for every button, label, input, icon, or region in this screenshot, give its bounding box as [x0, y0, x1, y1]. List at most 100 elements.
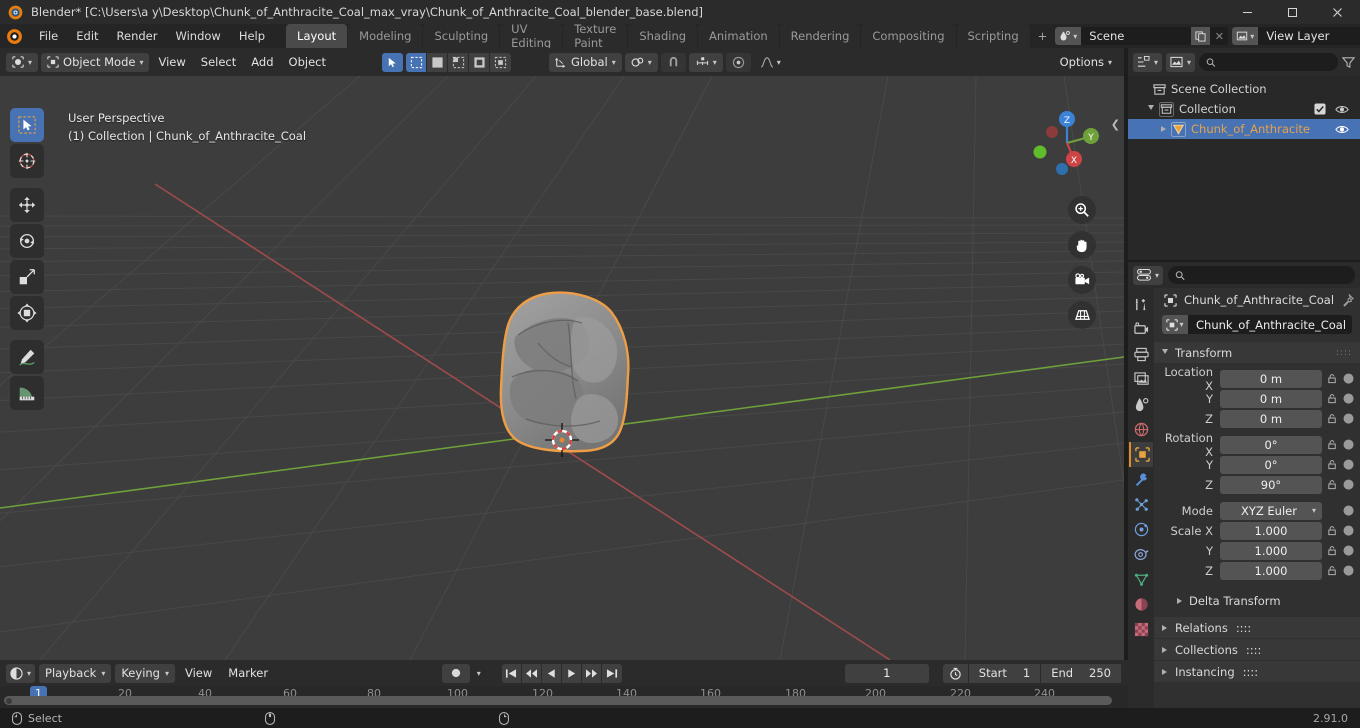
tool-transform[interactable]: [10, 296, 44, 330]
add-workspace-button[interactable]: +: [1031, 24, 1055, 48]
transform-orientation-selector[interactable]: Global ▾: [549, 52, 622, 72]
animate-dot-icon[interactable]: ●: [1343, 543, 1354, 558]
properties-tab-object[interactable]: [1129, 442, 1153, 467]
select-intersect-icon[interactable]: [490, 52, 511, 72]
workspace-tab-texture-paint[interactable]: Texture Paint: [563, 22, 628, 50]
properties-editor-type-icon[interactable]: ▾: [1133, 265, 1164, 285]
timeline-editor-type-icon[interactable]: ▾: [6, 663, 36, 683]
play-reverse-button[interactable]: [541, 663, 562, 683]
properties-tab-render[interactable]: [1129, 317, 1153, 342]
rotation-z-row[interactable]: Z 90° ●: [1154, 475, 1360, 495]
viewport-menu-view[interactable]: View: [152, 53, 191, 72]
playback-menu[interactable]: Playback ▾: [39, 663, 112, 683]
select-set-icon[interactable]: [406, 52, 427, 72]
properties-tab-material[interactable]: [1129, 592, 1153, 617]
collection-visibility-eye-icon[interactable]: [1335, 104, 1349, 115]
rotation-y-value[interactable]: 0°: [1220, 455, 1322, 474]
zoom-button[interactable]: [1068, 196, 1096, 224]
scale-y-value[interactable]: 1.000: [1220, 541, 1322, 560]
animate-dot-icon[interactable]: ●: [1343, 391, 1354, 406]
lock-icon[interactable]: [1326, 479, 1339, 490]
scale-y-row[interactable]: Y 1.000 ●: [1154, 541, 1360, 561]
use-preview-range-icon[interactable]: [942, 663, 969, 683]
panel-drag-dots-icon[interactable]: ::::: [1246, 643, 1262, 657]
properties-tab-texture[interactable]: [1129, 617, 1153, 642]
properties-panel[interactable]: Chunk_of_Anthracite_Coal ▾ Chunk_of_Anth…: [1154, 288, 1360, 710]
animate-dot-icon[interactable]: ●: [1343, 371, 1354, 386]
outliner-display-mode-icon[interactable]: ▾: [1166, 52, 1196, 72]
select-invert-icon[interactable]: [469, 52, 490, 72]
minimize-button[interactable]: [1225, 0, 1270, 24]
workspace-tab-uv-editing[interactable]: UV Editing: [500, 22, 563, 50]
auto-keying-options-chevron-icon[interactable]: ▾: [474, 664, 484, 683]
editor-type-selector[interactable]: ▾: [6, 52, 39, 72]
properties-tab-physics[interactable]: [1129, 517, 1153, 542]
snap-magnet-icon[interactable]: [660, 52, 686, 72]
properties-tab-scene[interactable]: [1129, 392, 1153, 417]
workspace-tab-sculpting[interactable]: Sculpting: [423, 24, 500, 48]
camera-view-button[interactable]: [1068, 266, 1096, 294]
select-tool-mode-icon[interactable]: [382, 52, 403, 72]
location-y-value[interactable]: 0 m: [1220, 389, 1322, 408]
rotation-x-row[interactable]: Rotation X 0° ●: [1154, 431, 1360, 459]
object-name-field[interactable]: ▾ Chunk_of_Anthracite_Coal: [1162, 315, 1352, 334]
lock-icon[interactable]: [1326, 393, 1339, 404]
workspace-tab-shading[interactable]: Shading: [628, 24, 698, 48]
properties-filter-field[interactable]: [1190, 268, 1348, 282]
timeline-marker-menu[interactable]: Marker: [222, 664, 274, 683]
animate-dot-icon[interactable]: ●: [1343, 437, 1354, 452]
scale-x-row[interactable]: Scale X 1.000 ●: [1154, 521, 1360, 541]
scale-z-value[interactable]: 1.000: [1220, 561, 1322, 580]
timeline-ruler[interactable]: 20 40 60 80 100 120 140 160 180 200 220 240 1: [0, 686, 1128, 708]
rotation-mode-dropdown[interactable]: XYZ Euler ▾: [1220, 501, 1322, 520]
timeline-view-menu[interactable]: View: [179, 664, 218, 683]
outliner[interactable]: Scene Collection Collection Chunk_of_Ant…: [1128, 76, 1360, 260]
workspace-tab-scripting[interactable]: Scripting: [956, 24, 1030, 48]
pan-hand-button[interactable]: [1068, 231, 1096, 259]
properties-tab-particles[interactable]: [1129, 492, 1153, 517]
location-z-row[interactable]: Z 0 m ●: [1154, 409, 1360, 429]
delta-transform-panel-header[interactable]: Delta Transform: [1154, 590, 1360, 611]
outliner-row-chunk-of-anthracite[interactable]: Chunk_of_Anthracite: [1128, 119, 1360, 139]
animate-dot-icon[interactable]: ●: [1343, 477, 1354, 492]
jump-to-start-button[interactable]: [501, 663, 522, 683]
proportional-falloff-selector[interactable]: ▾: [754, 53, 787, 72]
navigation-gizmo[interactable]: Z Y X: [1029, 105, 1105, 181]
animate-dot-icon[interactable]: ●: [1343, 523, 1354, 538]
lock-icon[interactable]: [1326, 545, 1339, 556]
lock-icon[interactable]: [1326, 439, 1339, 450]
animate-dot-icon[interactable]: ●: [1343, 411, 1354, 426]
close-button[interactable]: [1315, 0, 1360, 24]
properties-tab-output[interactable]: [1129, 342, 1153, 367]
rotation-mode-row[interactable]: Mode XYZ Euler ▾ ●: [1154, 501, 1360, 521]
properties-tab-world[interactable]: [1129, 417, 1153, 442]
properties-tab-data[interactable]: [1129, 567, 1153, 592]
proportional-editing-icon[interactable]: [725, 52, 751, 72]
collections-panel-header[interactable]: Collections ::::: [1154, 638, 1360, 660]
object-mode-selector[interactable]: Object Mode ▾: [41, 52, 150, 72]
collection-checkbox[interactable]: [1314, 103, 1326, 115]
expand-arrow-icon[interactable]: [1161, 126, 1166, 132]
viewport-menu-object[interactable]: Object: [283, 53, 332, 72]
lock-icon[interactable]: [1326, 413, 1339, 424]
panel-drag-dots-icon[interactable]: ::::: [1243, 665, 1259, 679]
location-z-value[interactable]: 0 m: [1220, 409, 1322, 428]
workspace-tab-animation[interactable]: Animation: [698, 24, 779, 48]
scale-z-row[interactable]: Z 1.000 ●: [1154, 561, 1360, 581]
toggle-perspective-button[interactable]: [1068, 301, 1096, 329]
outliner-row-collection[interactable]: Collection: [1128, 99, 1360, 119]
instancing-panel-header[interactable]: Instancing ::::: [1154, 660, 1360, 682]
animate-dot-icon[interactable]: ●: [1343, 503, 1354, 518]
unlink-scene-icon[interactable]: ✕: [1210, 27, 1228, 45]
animate-dot-icon[interactable]: ●: [1343, 457, 1354, 472]
properties-search-input[interactable]: [1168, 266, 1355, 284]
tool-select-box[interactable]: [10, 108, 44, 142]
outliner-editor-type-icon[interactable]: ▾: [1133, 52, 1163, 72]
maximize-button[interactable]: [1270, 0, 1315, 24]
keying-menu[interactable]: Keying ▾: [115, 663, 175, 683]
timeline-scrollbar[interactable]: [4, 696, 1112, 705]
snap-to-selector[interactable]: ▾: [688, 52, 723, 72]
panel-drag-dots-icon[interactable]: ::::: [1336, 348, 1352, 358]
menu-edit[interactable]: Edit: [67, 26, 107, 46]
rotation-y-row[interactable]: Y 0° ●: [1154, 455, 1360, 475]
